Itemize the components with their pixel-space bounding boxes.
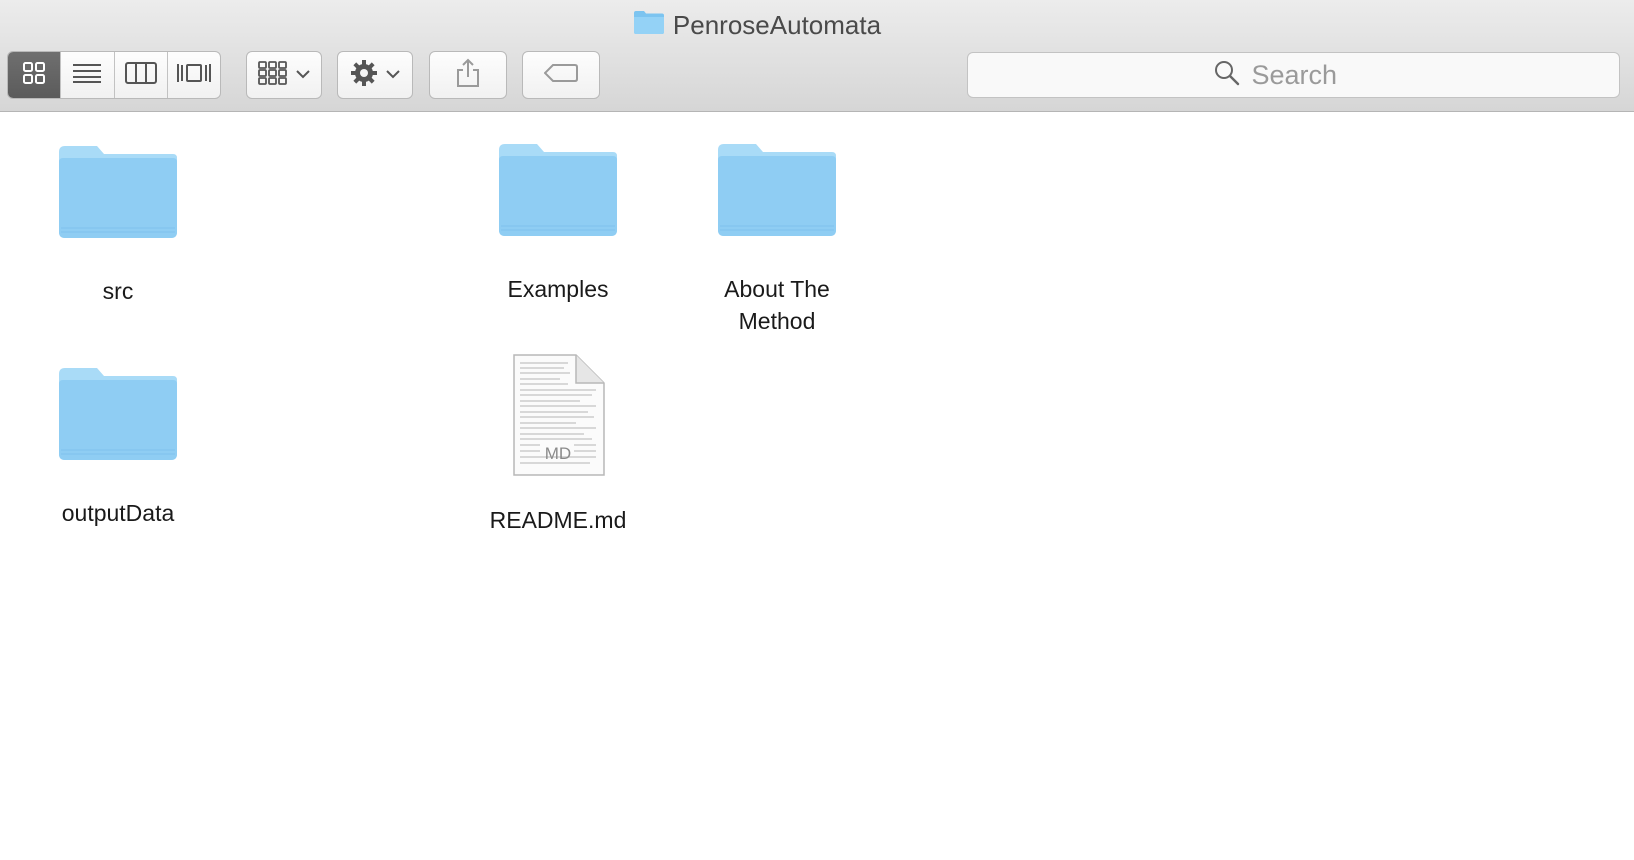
action-button[interactable] [337,51,413,99]
search-field[interactable] [967,52,1620,98]
item-label: About The Method [724,276,830,334]
folder-item[interactable]: About The Method [667,140,887,337]
file-item[interactable]: MD README.md [448,353,668,536]
folder-icon[interactable] [716,140,838,243]
tag-button[interactable] [522,51,600,99]
item-label: README.md [489,507,627,533]
column-view-button[interactable] [115,52,168,98]
folder-item[interactable]: Examples [448,140,668,305]
search-icon [1214,60,1240,91]
search-input[interactable] [1249,58,1374,92]
icon-view-button[interactable] [8,52,62,98]
columns-icon [124,61,157,89]
arrange-icon [258,60,288,90]
toolbar: PenroseAutomata [0,0,1634,112]
folder-item[interactable]: src [8,142,228,307]
arrange-button[interactable] [246,51,322,99]
file-badge: MD [545,444,571,463]
folder-icon[interactable] [497,140,619,243]
share-icon [456,58,480,93]
chevron-down-icon [296,66,310,84]
cover-flow-view-button[interactable] [168,52,220,98]
chevron-down-icon [386,66,400,84]
gear-icon [350,59,378,92]
list-view-button[interactable] [61,52,115,98]
folder-item[interactable]: outputData [8,364,228,529]
file-browser-content: src Examples About The Method outputData… [0,112,1634,860]
tag-icon [543,63,578,87]
window-title: PenroseAutomata [0,9,1634,41]
folder-icon [633,9,665,42]
grid-icon [23,61,46,89]
view-mode-control[interactable] [7,51,221,99]
folder-icon[interactable] [57,142,179,245]
list-icon [73,63,102,88]
item-label: Examples [507,276,609,302]
markdown-file-icon[interactable]: MD [510,353,606,482]
item-label: outputData [61,500,175,526]
cover-flow-icon [176,62,212,89]
item-label: src [102,278,134,304]
finder-window: PenroseAutomata Search src Examples Abou… [0,0,1634,860]
share-button[interactable] [429,51,507,99]
window-title-text: PenroseAutomata [672,9,882,40]
folder-icon[interactable] [57,364,179,467]
